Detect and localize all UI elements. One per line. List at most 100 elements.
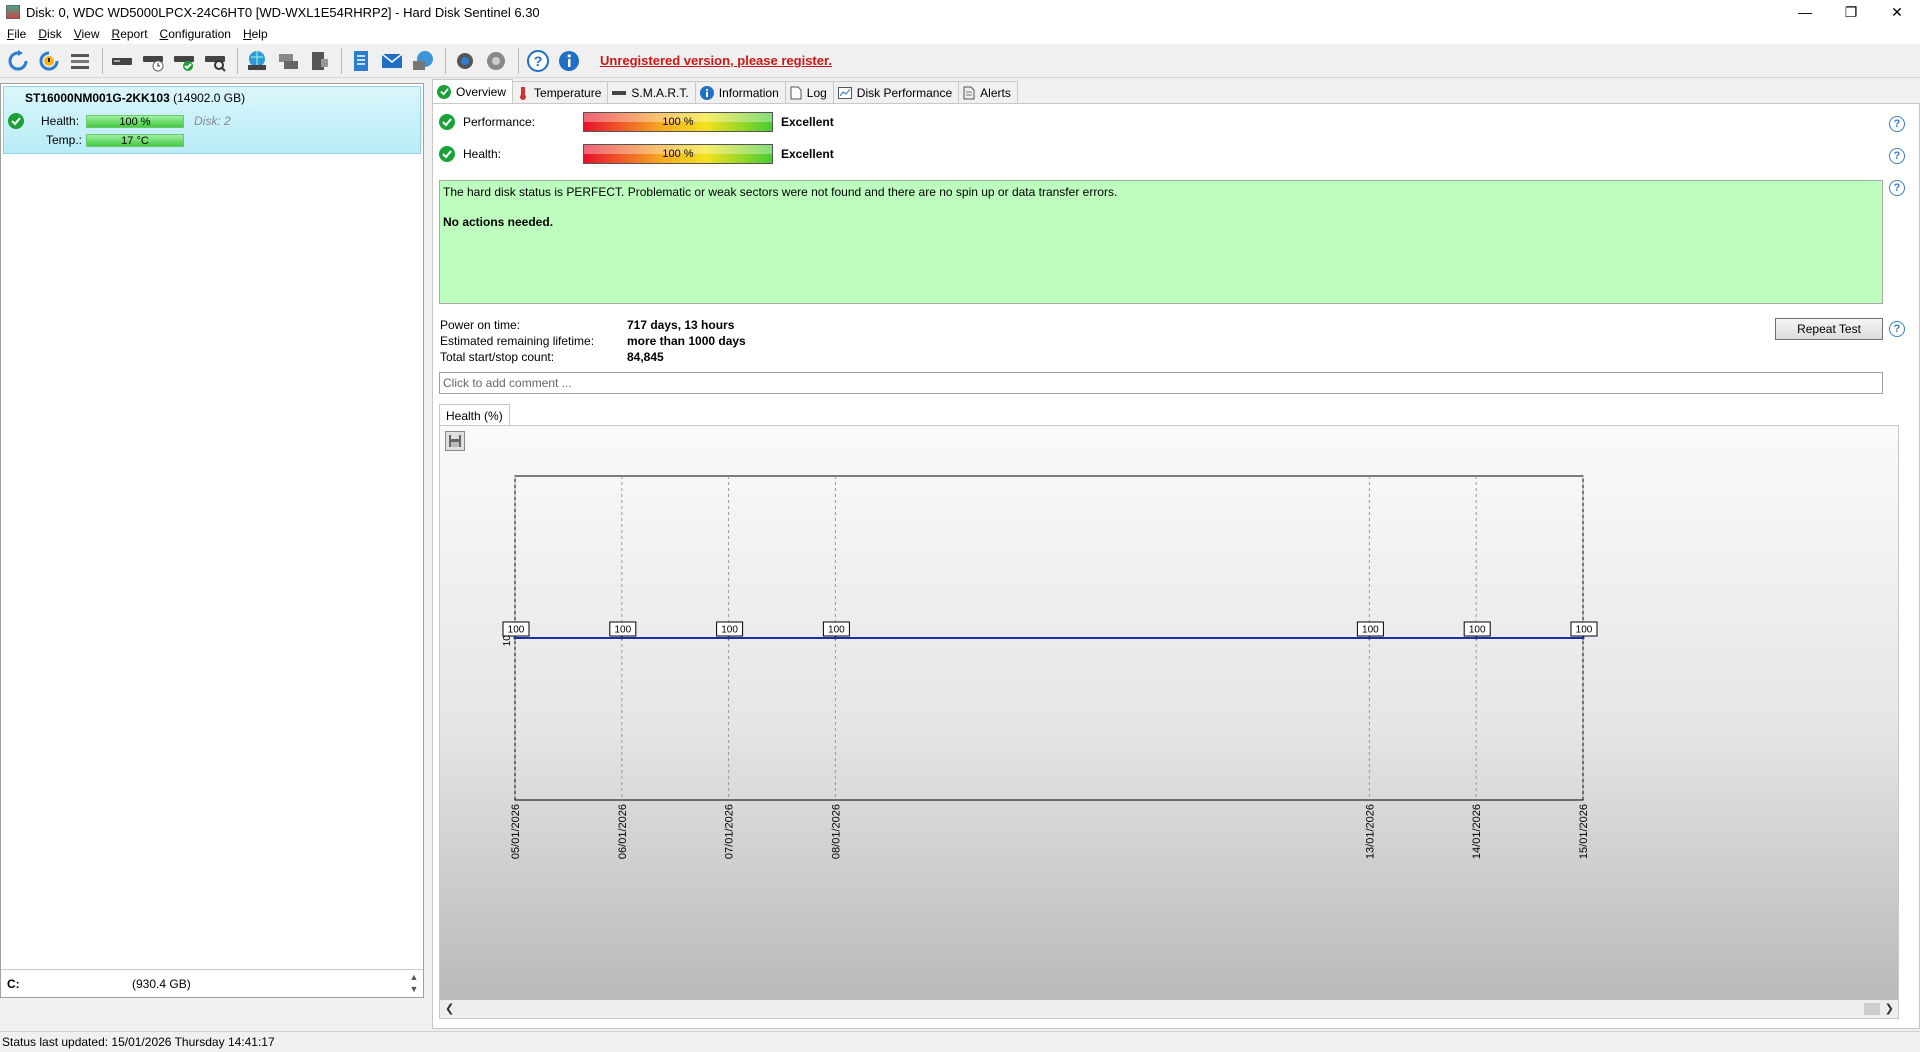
scroll-left-icon[interactable]: ❮ [445,1002,454,1015]
lifetime-label: Estimated remaining lifetime: [440,334,595,348]
menu-file[interactable]: File [4,27,35,41]
network-disk-icon[interactable] [274,47,302,75]
health-status: Excellent [781,147,834,161]
save-icon[interactable] [445,431,465,451]
health-chart: 05/01/2026 06/01/2026 07/01/2026 08/01/2026… [502,475,1598,859]
status-help-icon[interactable]: ? [1889,180,1905,196]
tab-smart-label: S.M.A.R.T. [631,85,689,100]
info-icon[interactable] [555,47,583,75]
send-report-icon[interactable] [409,47,437,75]
disk-schedule-icon[interactable] [139,47,167,75]
info-icon [699,85,714,100]
tab-overview[interactable]: Overview [432,79,514,103]
data-point [1367,636,1371,640]
tab-overview-label: Overview [456,84,507,99]
menu-view[interactable]: View [71,27,109,41]
scroll-right-icon[interactable]: ❯ [1885,1002,1894,1015]
tab-information-label: Information [718,85,779,100]
data-label: 100 [1469,625,1486,636]
sound-icon[interactable] [482,47,510,75]
close-button[interactable]: ✕ [1874,0,1920,24]
register-link[interactable]: Unregistered version, please register. [600,53,832,68]
disk-test-icon[interactable] [170,47,198,75]
menu-disk[interactable]: Disk [35,27,70,41]
performance-status: Excellent [781,115,834,129]
toolbar: ? Unregistered version, please register. [0,44,1920,78]
tab-alerts-label: Alerts [980,85,1011,100]
disk-details-icon[interactable] [108,47,136,75]
x-tick-label: 08/01/2026 [830,804,842,859]
power-on-row: Power on time: 717 days, 13 hours [440,317,746,333]
minimize-button[interactable]: — [1782,0,1828,24]
disk-health-bar: 100 % [86,114,184,128]
health-help-icon[interactable]: ? [1889,148,1905,164]
tab-information[interactable]: Information [694,81,786,103]
menu-disk-rest: isk [47,27,62,41]
status-text: The hard disk status is PERFECT. Problem… [443,185,1118,199]
data-point [620,636,624,640]
menu-report[interactable]: Report [109,27,157,41]
app-icon [6,5,20,19]
tab-alerts[interactable]: Alerts [958,81,1018,103]
menu-configuration[interactable]: Configuration [157,27,240,41]
tab-log[interactable]: Log [784,81,834,103]
x-tick-label: 07/01/2026 [724,804,736,859]
performance-help-icon[interactable]: ? [1889,116,1905,132]
menu-configuration-rest: onfiguration [168,27,231,41]
data-point [833,636,837,640]
data-label: 100 [508,625,525,636]
tab-disk-performance[interactable]: Disk Performance [832,81,960,103]
tab-temperature[interactable]: Temperature [512,81,609,103]
tab-health-graph[interactable]: Health (%) [439,404,510,426]
help-icon[interactable]: ? [524,47,552,75]
svg-text:?: ? [534,53,543,69]
menu-help-rest: elp [251,27,268,41]
graph-horizontal-scrollbar[interactable]: ❮ ❯ [440,1000,1898,1018]
power-on-value: 717 days, 13 hours [627,318,735,332]
refresh-warning-icon[interactable] [35,47,63,75]
tab-smart[interactable]: S.M.A.R.T. [607,81,696,103]
disk-model: ST16000NM001G-2KK103 [25,91,170,105]
comment-input[interactable] [439,372,1883,394]
menu-help[interactable]: Help [240,27,277,41]
toolbar-separator [102,47,103,74]
menu-disk-mnemonic: D [38,27,48,41]
tab-log-label: Log [806,85,827,100]
lifetime-row: Estimated remaining lifetime: more than … [440,333,746,349]
data-point [513,636,517,640]
disk-search-icon[interactable] [201,47,229,75]
menu-file-rest: ile [14,27,27,41]
toolbar-separator [237,47,238,74]
report-icon[interactable] [347,47,375,75]
drive-size: (930.4 GB) [132,977,191,991]
health-value: 100 % [662,148,694,160]
startstop-row: Total start/stop count: 84,845 [440,349,746,365]
disk-list-item[interactable]: ST16000NM001G-2KK103 (14902.0 GB) Health… [3,86,421,154]
data-label: 100 [1362,625,1379,636]
tab-bar: Overview Temperature S.M.A.R.T. Informat… [432,79,1018,103]
refresh-icon[interactable] [4,47,32,75]
data-label: 100 [828,625,845,636]
disk-health-label: Health: [41,114,80,128]
drive-partition-row[interactable]: C: (930.4 GB) ▲ ▼ [1,969,423,997]
data-point [1581,636,1585,640]
email-icon[interactable] [378,47,406,75]
gear-icon[interactable] [451,47,479,75]
window-controls: — ❐ ✕ [1782,0,1920,24]
check-icon [437,84,451,99]
menu-view-mnemonic: V [73,27,82,41]
disk-list-panel: ST16000NM001G-2KK103 (14902.0 GB) Health… [0,83,424,998]
repeat-test-help-icon[interactable]: ? [1889,321,1905,337]
globe-disk-icon[interactable] [243,47,271,75]
external-disk-icon[interactable] [305,47,333,75]
scroll-thumb[interactable] [1864,1003,1880,1015]
drive-scroll-arrows[interactable]: ▲ ▼ [407,971,421,997]
thermometer-icon [520,86,527,100]
disk-list-icon[interactable] [66,47,94,75]
disk-temp-row: Temp.: 17 °C [8,133,184,147]
data-label: 100 [614,625,631,636]
toolbar-separator [518,47,519,74]
repeat-test-button[interactable]: Repeat Test [1775,318,1883,340]
disk-health-row: Health: 100 % Disk: 2 [8,113,231,129]
maximize-button[interactable]: ❐ [1828,0,1874,24]
